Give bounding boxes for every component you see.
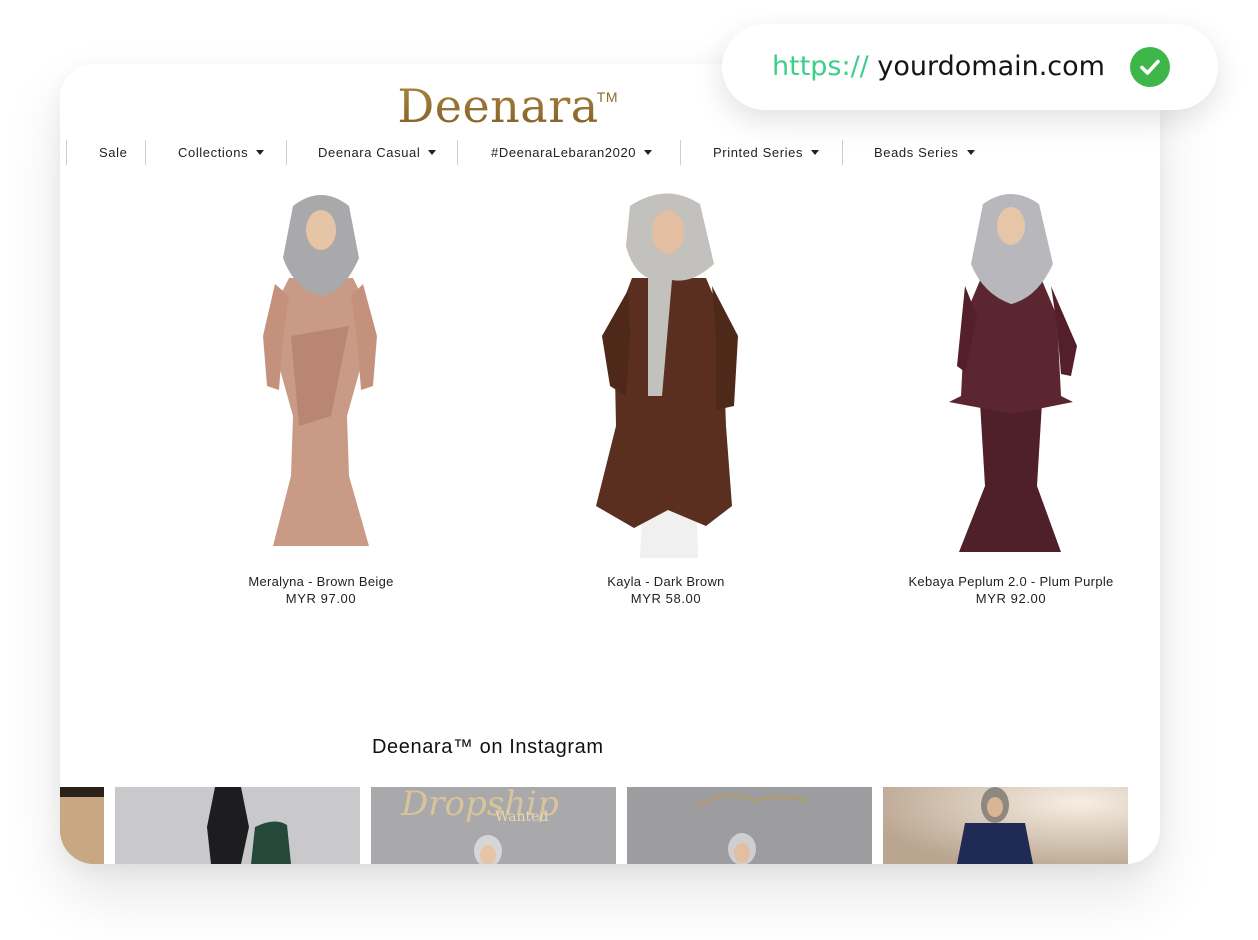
product-image[interactable]: [171, 186, 471, 558]
product-price: MYR 58.00: [630, 591, 702, 606]
overlay-text-wanted: Wanted: [495, 809, 548, 825]
nav-item-sale[interactable]: Sale: [99, 140, 127, 165]
logo-text: Deenara: [397, 79, 599, 133]
product-name[interactable]: Kebaya Peplum 2.0 - Plum Purple: [861, 574, 1160, 589]
instagram-post[interactable]: [115, 787, 360, 864]
model-figure: [596, 193, 738, 558]
model-figure: [949, 194, 1077, 552]
nav-item-label: Collections: [178, 145, 249, 160]
url-text[interactable]: https:// yourdomain.com: [772, 24, 1105, 110]
product-image[interactable]: [861, 186, 1160, 558]
address-bar[interactable]: https:// yourdomain.com: [722, 24, 1218, 110]
nav-item-collections[interactable]: Collections: [178, 140, 265, 165]
product-name[interactable]: Meralyna - Brown Beige: [171, 574, 471, 589]
product-name[interactable]: Kayla - Dark Brown: [516, 574, 816, 589]
caret-down-icon: [644, 150, 653, 155]
instagram-post-image: Dropship Wanted: [371, 787, 616, 864]
nav-item-label: #DeenaraLebaran2020: [491, 145, 637, 160]
instagram-post[interactable]: Dropship Wanted: [371, 787, 616, 864]
model-figure: [263, 195, 377, 546]
instagram-post-image: [627, 787, 872, 864]
nav-item-deenara-casual[interactable]: Deenara Casual: [318, 140, 437, 165]
instagram-post-image: [115, 787, 360, 864]
nav-divider: [66, 140, 67, 165]
instagram-section-title: Deenara™ on Instagram: [372, 736, 604, 758]
instagram-post-image: [883, 787, 1128, 864]
nav-item-printed-series[interactable]: Printed Series: [713, 140, 820, 165]
instagram-post-image: [60, 787, 104, 864]
nav-item-label: Printed Series: [713, 145, 804, 160]
instagram-post[interactable]: [627, 787, 872, 864]
nav-divider: [842, 140, 843, 165]
nav-divider: [145, 140, 146, 165]
url-domain: yourdomain.com: [877, 51, 1105, 82]
caret-down-icon: [428, 150, 437, 155]
nav-divider: [286, 140, 287, 165]
nav-divider: [457, 140, 458, 165]
url-scheme: https://: [772, 51, 869, 82]
site-logo[interactable]: Deenara TM: [378, 78, 618, 134]
caret-down-icon: [256, 150, 265, 155]
instagram-post[interactable]: [60, 787, 104, 864]
nav-divider: [680, 140, 681, 165]
caret-down-icon: [811, 150, 820, 155]
caret-down-icon: [966, 150, 975, 155]
instagram-post[interactable]: [883, 787, 1128, 864]
product-price: MYR 92.00: [975, 591, 1047, 606]
nav-item-beads-series[interactable]: Beads Series: [874, 140, 975, 165]
nav-item-label: Sale: [99, 145, 128, 160]
product-price: MYR 97.00: [285, 591, 357, 606]
check-circle-icon: [1130, 47, 1170, 87]
product-card[interactable]: Kayla - Dark Brown MYR 58.00: [516, 186, 816, 606]
logo-trademark: TM: [596, 89, 618, 105]
nav-item-label: Beads Series: [874, 145, 959, 160]
product-card[interactable]: Kebaya Peplum 2.0 - Plum Purple MYR 92.0…: [861, 186, 1160, 606]
product-card[interactable]: Meralyna - Brown Beige MYR 97.00: [171, 186, 471, 606]
nav-item-label: Deenara Casual: [318, 145, 421, 160]
browser-window: Deenara TM Sale Collections Deenara Casu…: [60, 64, 1160, 864]
product-image[interactable]: [516, 186, 816, 558]
checkmark-icon: [1140, 59, 1160, 75]
main-nav: Sale Collections Deenara Casual #Deenara…: [60, 140, 1160, 166]
nav-item-deenara-lebaran2020[interactable]: #DeenaraLebaran2020: [491, 140, 653, 165]
